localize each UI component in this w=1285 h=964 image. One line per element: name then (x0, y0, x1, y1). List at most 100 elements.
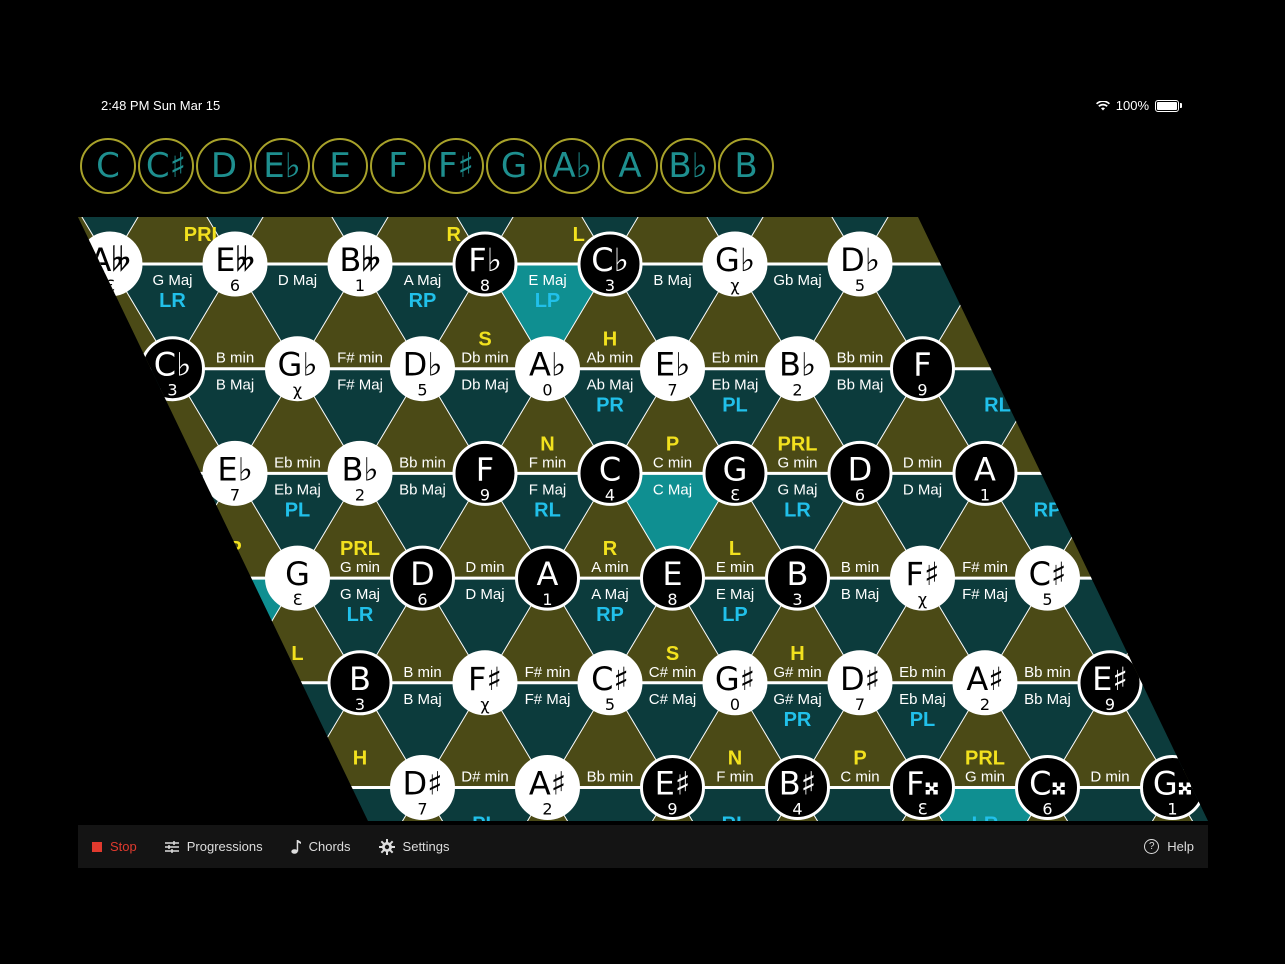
tonnetz-lattice[interactable]: G Maj D Maj A Maj E Maj B Maj Gb Maj B min F# m… (78, 217, 1208, 821)
node-degree: 6 (417, 590, 427, 609)
note-node[interactable]: E♯9 (640, 755, 705, 820)
node-degree: 1 (980, 485, 990, 504)
chords-button[interactable]: Chords (277, 839, 365, 854)
note-node[interactable]: B3 (765, 545, 830, 611)
note-node[interactable]: B3 (327, 650, 393, 716)
note-node[interactable]: E♯9 (1077, 650, 1143, 716)
chord-label: A Maj (591, 586, 629, 603)
node-degree: 3 (355, 695, 365, 714)
settings-button[interactable]: Settings (365, 838, 464, 855)
chord-label: D Maj (903, 481, 942, 498)
chord-label: D min (903, 454, 942, 471)
note-button-11[interactable]: B (718, 138, 774, 194)
operation-label: PR (596, 395, 624, 417)
note-node[interactable]: F♭8 (452, 231, 518, 297)
note-button-5[interactable]: F (370, 138, 426, 194)
note-node[interactable]: C4 (577, 440, 643, 506)
note-node[interactable]: B𝄫1 (327, 231, 393, 297)
chord-label: B min (216, 350, 254, 367)
operation-label: PRL (965, 748, 1005, 770)
chord-label: Eb min (712, 350, 759, 367)
note-node[interactable]: B♭2 (765, 336, 830, 402)
note-node[interactable]: G♭χ (702, 231, 768, 297)
note-node[interactable]: GƐ (702, 440, 768, 506)
note-node[interactable]: C♭3 (140, 336, 205, 402)
note-node[interactable]: C𝄪6 (1015, 755, 1080, 820)
note-node[interactable]: D6 (827, 440, 893, 506)
note-button-10[interactable]: B♭ (660, 138, 716, 194)
operation-label: L (291, 643, 303, 665)
note-node[interactable]: A𝄫Ɛ (78, 231, 143, 297)
note-node[interactable]: C♯5 (577, 650, 643, 716)
stop-button[interactable]: Stop (78, 839, 151, 854)
note-button-2[interactable]: D (196, 138, 252, 194)
node-note: B♭ (341, 450, 378, 488)
chord-label: D min (465, 559, 504, 576)
note-node[interactable]: D♯7 (827, 650, 893, 716)
note-node[interactable]: G♭χ (265, 336, 330, 402)
note-node[interactable]: G♯0 (702, 650, 768, 716)
operation-label: N (728, 748, 742, 770)
node-note: E (662, 555, 682, 593)
chord-label: F# min (337, 350, 383, 367)
note-button-9[interactable]: A (602, 138, 658, 194)
note-button-3[interactable]: E♭ (254, 138, 310, 194)
note-node[interactable]: F♯χ (452, 650, 518, 716)
node-note: G♭ (715, 241, 755, 279)
node-note: E♯ (1092, 660, 1128, 698)
note-node[interactable]: A1 (515, 545, 580, 611)
operation-label: RL (722, 814, 749, 822)
note-node[interactable]: A1 (952, 440, 1018, 506)
chord-label: C min (653, 454, 692, 471)
note-button-4[interactable]: E (312, 138, 368, 194)
note-node[interactable]: F𝄪Ɛ (890, 755, 955, 820)
note-node[interactable]: E𝄫6 (202, 231, 268, 297)
node-degree: 8 (480, 276, 490, 295)
note-button-8[interactable]: A♭ (544, 138, 600, 194)
operation-label: LR (347, 604, 374, 626)
note-node[interactable]: E8 (640, 545, 705, 611)
chord-label: Eb Maj (899, 691, 946, 708)
note-button-0[interactable]: C (80, 138, 136, 194)
chord-label: G Maj (340, 586, 380, 603)
note-node[interactable]: F♯χ (890, 545, 955, 611)
note-node[interactable]: D♭5 (390, 336, 455, 402)
note-node[interactable]: E♭7 (640, 336, 705, 402)
note-node[interactable]: B♭2 (327, 440, 393, 506)
note-node[interactable]: B♯4 (765, 755, 830, 820)
triangle (1110, 217, 1208, 264)
triangle (78, 578, 173, 683)
triangle (78, 578, 110, 683)
node-degree: 1 (1167, 800, 1177, 819)
battery-percent: 100% (1115, 98, 1149, 113)
progressions-button[interactable]: Progressions (151, 839, 277, 854)
triangle (78, 368, 110, 474)
note-button-1[interactable]: C♯ (138, 138, 194, 194)
note-node[interactable]: F9 (452, 440, 518, 506)
operation-label: L (573, 224, 585, 246)
note-node[interactable]: A♯2 (515, 755, 580, 820)
node-degree: 0 (542, 381, 552, 400)
chord-label: E Maj (716, 586, 754, 603)
note-node[interactable]: E♭7 (202, 440, 268, 506)
note-node[interactable]: G𝄪1 (1140, 755, 1205, 820)
node-degree: 3 (605, 276, 615, 295)
node-degree: 2 (542, 800, 552, 819)
note-node[interactable]: D♯7 (390, 755, 455, 820)
triangle (1047, 217, 1173, 264)
note-node[interactable]: A♯2 (952, 650, 1018, 716)
note-node[interactable]: C♯5 (1015, 545, 1080, 611)
operation-label: P (853, 748, 866, 770)
node-note: D♯ (840, 660, 880, 698)
note-node[interactable]: A♭0 (515, 336, 580, 402)
node-note: G (285, 555, 310, 593)
note-buttons: C C♯ D E♭ E F F♯ G A♭ A B♭ B (80, 138, 774, 194)
note-node[interactable]: F9 (890, 336, 955, 402)
note-node[interactable]: C♭3 (577, 231, 643, 297)
note-button-6[interactable]: F♯ (428, 138, 484, 194)
note-node[interactable]: GƐ (265, 545, 330, 611)
note-button-7[interactable]: G (486, 138, 542, 194)
help-button[interactable]: ? Help (1130, 839, 1208, 854)
note-node[interactable]: D6 (390, 545, 455, 611)
note-node[interactable]: D♭5 (827, 231, 893, 297)
